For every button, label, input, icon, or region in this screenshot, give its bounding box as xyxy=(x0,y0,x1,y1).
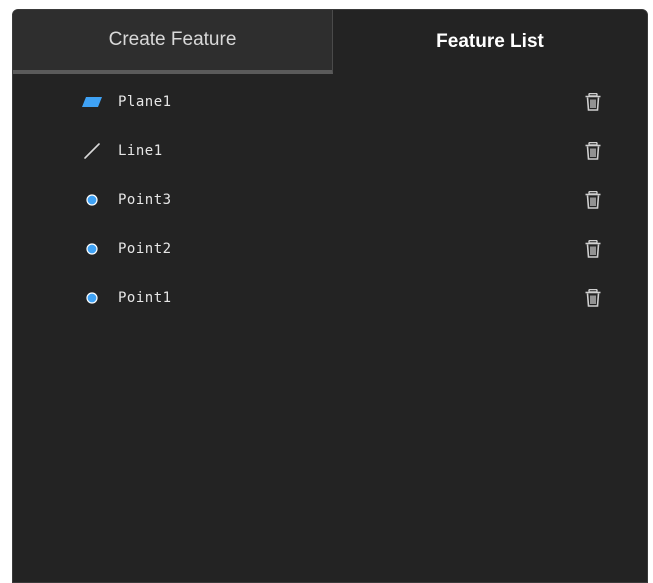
list-item[interactable]: Point2 xyxy=(13,224,647,273)
feature-list: Plane1 Line1 Point3 Point2 Point1 xyxy=(13,74,647,322)
point-icon xyxy=(81,287,103,309)
tab-create-feature[interactable]: Create Feature xyxy=(13,10,333,74)
feature-label: Point3 xyxy=(118,191,172,208)
feature-label: Point1 xyxy=(118,289,172,306)
feature-panel: Create Feature Feature List Plane1 Line1… xyxy=(12,9,648,583)
plane-icon xyxy=(81,91,103,113)
trash-icon[interactable] xyxy=(585,239,601,258)
tab-feature-list[interactable]: Feature List xyxy=(333,10,647,74)
trash-icon[interactable] xyxy=(585,190,601,209)
list-item[interactable]: Point3 xyxy=(13,175,647,224)
tab-create-feature-label: Create Feature xyxy=(108,29,237,50)
trash-icon[interactable] xyxy=(585,92,601,111)
tab-feature-list-label: Feature List xyxy=(436,31,544,52)
feature-label: Plane1 xyxy=(118,93,172,110)
list-item[interactable]: Plane1 xyxy=(13,77,647,126)
tab-bar: Create Feature Feature List xyxy=(13,10,647,74)
trash-icon[interactable] xyxy=(585,288,601,307)
feature-label: Line1 xyxy=(118,142,163,159)
point-icon xyxy=(81,238,103,260)
point-icon xyxy=(81,189,103,211)
list-item[interactable]: Line1 xyxy=(13,126,647,175)
feature-label: Point2 xyxy=(118,240,172,257)
list-item[interactable]: Point1 xyxy=(13,273,647,322)
trash-icon[interactable] xyxy=(585,141,601,160)
line-icon xyxy=(81,140,103,162)
